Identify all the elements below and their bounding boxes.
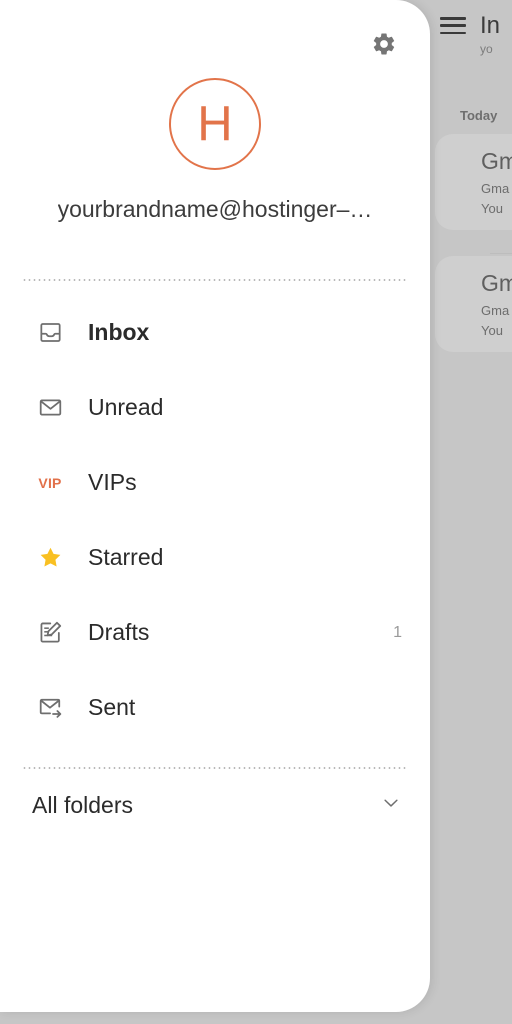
folder-list: Inbox Unread VIP VIPs Starred Drafts 1 S… xyxy=(0,281,430,745)
envelope-icon xyxy=(34,392,66,424)
folder-item-drafts[interactable]: Drafts 1 xyxy=(0,595,430,670)
navigation-drawer: H yourbrandname@hostinger–… Inbox Unread… xyxy=(0,0,430,1012)
vip-badge-label: VIP xyxy=(38,474,62,491)
folder-label: Inbox xyxy=(88,319,150,345)
message-sender: Gm xyxy=(481,148,512,174)
folder-label: VIPs xyxy=(88,469,137,495)
all-folders-toggle[interactable]: All folders xyxy=(0,769,430,841)
inbox-tray-icon xyxy=(34,317,66,349)
folder-item-vips[interactable]: VIP VIPs xyxy=(0,445,430,520)
all-folders-label: All folders xyxy=(32,791,133,818)
folder-item-inbox[interactable]: Inbox xyxy=(0,295,430,370)
background-message-card[interactable]: Gm Gma You xyxy=(435,256,512,352)
gear-icon xyxy=(373,33,395,55)
folder-label: Sent xyxy=(88,694,136,720)
message-subject: Gma xyxy=(481,303,510,318)
avatar: H xyxy=(169,78,261,170)
folder-count: 1 xyxy=(393,623,402,641)
vip-text-icon: VIP xyxy=(34,467,66,499)
draft-pencil-icon xyxy=(34,617,66,649)
settings-button[interactable] xyxy=(366,26,402,62)
hamburger-menu-icon[interactable] xyxy=(440,14,466,34)
folder-label: Drafts xyxy=(88,619,150,645)
message-subject: Gma xyxy=(481,181,510,196)
star-icon xyxy=(34,542,66,574)
folder-item-sent[interactable]: Sent xyxy=(0,670,430,745)
background-page-title: In xyxy=(480,12,501,39)
message-preview: You xyxy=(481,201,503,216)
folder-label: Unread xyxy=(88,394,164,420)
background-account-subtitle: yo xyxy=(480,42,493,56)
background-section-label: Today xyxy=(460,108,498,123)
background-title-wrap: In yo xyxy=(480,12,501,57)
message-sender: Gm xyxy=(481,270,512,296)
app-screen: In yo Today Gm Gma You Gm Gma You H your… xyxy=(0,0,512,1024)
folder-item-unread[interactable]: Unread xyxy=(0,370,430,445)
folder-item-starred[interactable]: Starred xyxy=(0,520,430,595)
message-separator xyxy=(490,253,512,254)
message-preview: You xyxy=(481,323,503,338)
background-topbar: In yo xyxy=(440,14,512,56)
background-message-card[interactable]: Gm Gma You xyxy=(435,134,512,230)
sent-arrow-icon xyxy=(34,692,66,724)
folder-label: Starred xyxy=(88,544,164,570)
avatar-initial: H xyxy=(197,96,233,151)
account-email: yourbrandname@hostinger–… xyxy=(57,196,373,222)
chevron-down-icon[interactable] xyxy=(380,792,402,819)
